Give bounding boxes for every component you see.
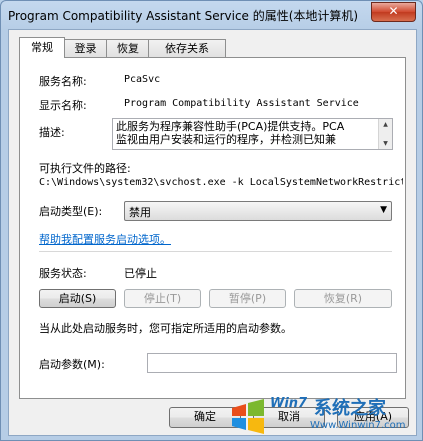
help-configure-link[interactable]: 帮助我配置服务启动选项。 xyxy=(39,231,171,247)
tab-recovery[interactable]: 恢复 xyxy=(106,39,150,57)
watermark-logo: Win7 系统之家 Www.Winwin7.com xyxy=(228,394,418,438)
chevron-down-icon: ▼ xyxy=(380,205,387,215)
startup-type-select[interactable]: 禁用 ▼ xyxy=(124,201,392,221)
watermark-url: Www.Winwin7.com xyxy=(310,420,406,431)
tab-general[interactable]: 常规 xyxy=(19,37,65,58)
divider xyxy=(39,251,392,253)
windows-flag-icon xyxy=(232,399,264,434)
general-panel: 服务名称: PcaSvc 显示名称: Program Compatibility… xyxy=(19,57,406,399)
description-scrollbar[interactable]: ▲ ▼ xyxy=(378,119,392,149)
description-box[interactable]: 此服务为程序兼容性助手(PCA)提供支持。PCA 监视由用户安装和运行的程序，并… xyxy=(112,118,393,150)
scroll-down-icon[interactable]: ▼ xyxy=(379,139,392,148)
dialog-client-area: 常规 登录 恢复 依存关系 服务名称: PcaSvc 显示名称: Program… xyxy=(8,29,417,436)
window-title: Program Compatibility Assistant Service … xyxy=(8,9,359,23)
exe-path-value: C:\Windows\system32\svchost.exe -k Local… xyxy=(39,177,403,188)
close-icon: ✕ xyxy=(388,4,399,18)
start-button[interactable]: 启动(S) xyxy=(39,289,116,308)
display-name-label: 显示名称: xyxy=(39,99,87,112)
start-params-label: 启动参数(M): xyxy=(39,358,105,371)
properties-window: Program Compatibility Assistant Service … xyxy=(0,0,423,441)
service-status-value: 已停止 xyxy=(124,267,157,280)
start-params-input[interactable] xyxy=(147,353,397,373)
pause-button[interactable]: 暂停(P) xyxy=(209,289,286,308)
close-button[interactable]: ✕ xyxy=(371,2,416,22)
tab-logon[interactable]: 登录 xyxy=(63,39,108,57)
startup-type-label: 启动类型(E): xyxy=(39,205,103,218)
watermark-brand: 系统之家 xyxy=(314,398,386,419)
title-bar[interactable]: Program Compatibility Assistant Service … xyxy=(1,1,422,27)
description-label: 描述: xyxy=(39,126,65,139)
resume-button[interactable]: 恢复(R) xyxy=(294,289,392,308)
tab-dependencies[interactable]: 依存关系 xyxy=(148,39,226,57)
stop-button[interactable]: 停止(T) xyxy=(124,289,201,308)
scroll-up-icon[interactable]: ▲ xyxy=(379,120,392,129)
service-name-value: PcaSvc xyxy=(124,74,161,85)
service-name-label: 服务名称: xyxy=(39,75,87,88)
startup-type-value: 禁用 xyxy=(129,206,151,219)
exe-path-label: 可执行文件的路径: xyxy=(39,162,131,175)
service-status-label: 服务状态: xyxy=(39,267,87,280)
watermark-win7: Win7 xyxy=(270,396,308,411)
start-params-hint: 当从此处启动服务时，您可指定所适用的启动参数。 xyxy=(39,322,292,335)
display-name-value: Program Compatibility Assistant Service xyxy=(124,98,359,109)
description-text: 此服务为程序兼容性助手(PCA)提供支持。PCA 监视由用户安装和运行的程序，并… xyxy=(116,120,345,146)
